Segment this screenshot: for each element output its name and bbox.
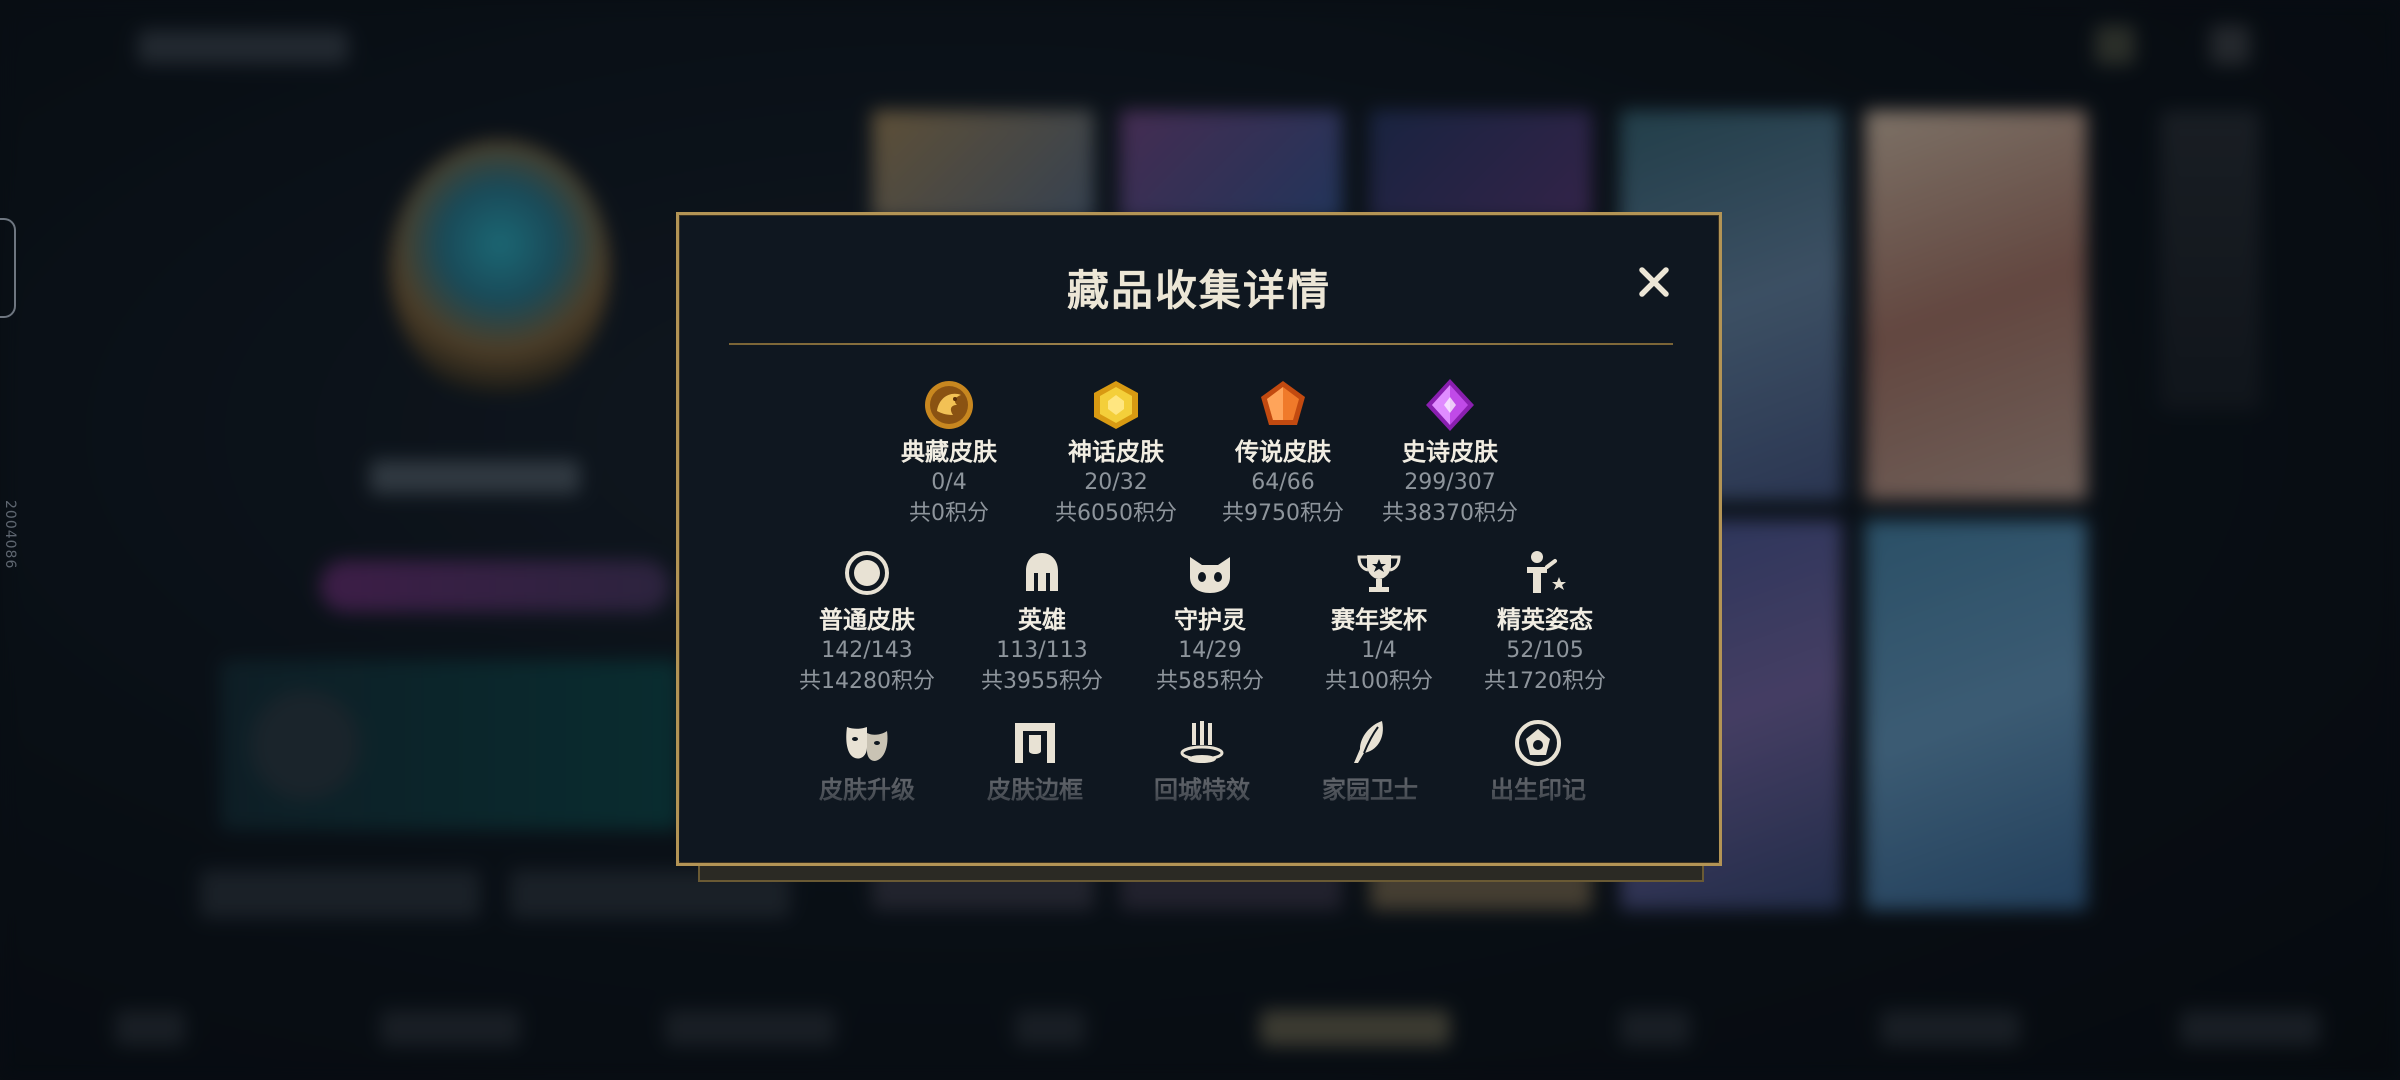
recall-effect-icon [1180,721,1224,763]
side-id-text: 2004086 [2,500,18,570]
helmet-icon [1026,553,1058,591]
category-chuanshuo[interactable]: 传说皮肤 64/66 共9750积分 [1198,375,1368,529]
category-count: 1/4 [1361,638,1397,663]
category-name: 精英姿态 [1497,606,1593,634]
category-count: 20/32 [1084,470,1148,495]
trophy-icon [1357,555,1401,592]
category-jingyingzitai[interactable]: 精英姿态 52/105 共1720积分 [1460,543,1630,697]
dragon-emblem-icon [925,381,973,429]
category-points: 共585积分 [1156,669,1264,694]
category-putong[interactable]: 普通皮肤 142/143 共14280积分 [782,543,952,697]
category-name: 普通皮肤 [819,606,915,634]
category-points: 共6050积分 [1055,501,1177,526]
category-shouhuling[interactable]: 守护灵 14/29 共585积分 [1125,543,1295,697]
category-points: 共3955积分 [981,669,1103,694]
category-name: 传说皮肤 [1235,438,1331,466]
cat-face-icon [1190,557,1230,593]
category-name: 神话皮肤 [1068,438,1164,466]
side-badge [0,218,16,318]
category-points: 共1720积分 [1484,669,1606,694]
orange-gem-icon [1261,381,1305,425]
dialog-title: 藏品收集详情 [1066,266,1331,315]
scroll-fade [679,781,1719,861]
frame-icon [1015,723,1055,763]
category-points: 共14280积分 [799,669,935,694]
category-name: 英雄 [1018,606,1066,634]
category-yingxiong[interactable]: 英雄 113/113 共3955积分 [957,543,1127,697]
category-shishi[interactable]: 史诗皮肤 299/307 共38370积分 [1365,375,1535,529]
gold-gem-icon [1094,381,1138,429]
category-shenhua[interactable]: 神话皮肤 20/32 共6050积分 [1031,375,1201,529]
category-sainianjiangbei[interactable]: 赛年奖杯 1/4 共100积分 [1294,543,1464,697]
purple-gem-icon [1426,379,1474,431]
category-points: 共9750积分 [1222,501,1344,526]
category-points: 共100积分 [1325,669,1433,694]
birth-seal-icon [1515,720,1561,766]
collection-details-dialog: 藏品收集详情 典藏皮肤 0/4 共0积分 神话皮肤 20/32 共6050积分 … [676,212,1722,866]
category-count: 299/307 [1404,470,1496,495]
category-points: 共0积分 [909,501,989,526]
category-name: 典藏皮肤 [901,438,997,466]
category-count: 52/105 [1506,638,1584,663]
category-points: 共38370积分 [1382,501,1518,526]
close-button[interactable] [1631,259,1677,305]
category-dianzang[interactable]: 典藏皮肤 0/4 共0积分 [864,375,1034,529]
category-count: 0/4 [931,470,967,495]
close-icon[interactable] [1637,265,1671,299]
category-name: 赛年奖杯 [1331,606,1427,634]
title-divider [729,343,1673,345]
mask-icon [846,727,888,761]
category-count: 14/29 [1178,638,1242,663]
category-name: 守护灵 [1174,606,1246,634]
category-name: 史诗皮肤 [1402,438,1498,466]
category-count: 113/113 [996,638,1088,663]
feather-icon [1354,721,1383,763]
category-count: 142/143 [821,638,913,663]
elite-pose-icon [1527,551,1566,593]
category-count: 64/66 [1251,470,1315,495]
circle-ring-icon [845,551,889,595]
